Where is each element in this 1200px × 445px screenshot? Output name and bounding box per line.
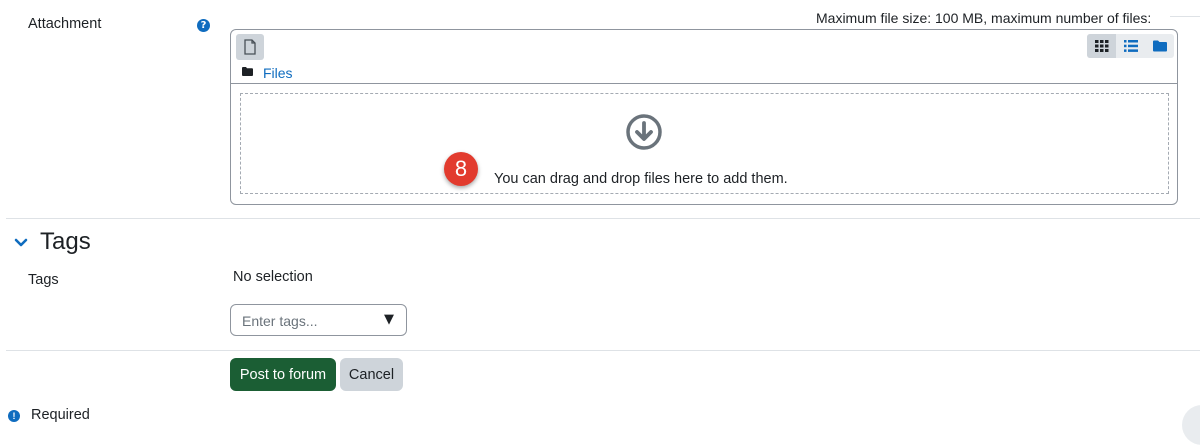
drop-zone[interactable]: You can drag and drop files here to add … (240, 93, 1169, 194)
folder-view-button[interactable] (1145, 34, 1174, 58)
divider-attachment (6, 218, 1200, 219)
divider-top (1170, 16, 1200, 17)
file-icon (244, 39, 256, 55)
tags-section-title[interactable]: Tags (40, 228, 91, 256)
exclamation-circle-icon: ! (8, 410, 20, 422)
list-view-button[interactable] (1116, 34, 1145, 58)
tags-input-placeholder: Enter tags... (242, 313, 318, 329)
tags-input[interactable]: Enter tags... ▼ (230, 304, 407, 336)
scroll-to-top-button[interactable] (1182, 405, 1200, 445)
step-badge: 8 (444, 152, 478, 186)
drop-zone-text: You can drag and drop files here to add … (494, 171, 788, 187)
question-circle-icon[interactable]: ? (197, 19, 210, 32)
file-manager: Files You can drag and drop files here t… (230, 29, 1178, 205)
grid-view-icon (1094, 40, 1108, 52)
tags-field-label: Tags (28, 272, 59, 288)
tags-selection-text: No selection (233, 269, 313, 285)
dropdown-arrow-icon[interactable]: ▼ (384, 312, 394, 327)
chevron-down-icon[interactable] (14, 238, 28, 248)
view-mode-group (1087, 34, 1174, 58)
arrow-circle-down-icon (626, 114, 662, 150)
divider-tags (6, 350, 1200, 351)
folder-view-icon (1152, 40, 1167, 52)
file-manager-divider (231, 83, 1177, 84)
attachment-label: Attachment (28, 16, 102, 32)
cancel-button[interactable]: Cancel (340, 358, 403, 391)
grid-view-button[interactable] (1087, 34, 1116, 58)
required-label: Required (31, 407, 90, 423)
post-to-forum-button[interactable]: Post to forum (230, 358, 336, 391)
folder-icon (242, 67, 253, 76)
add-file-button[interactable] (236, 34, 264, 60)
max-file-info: Maximum file size: 100 MB, maximum numbe… (816, 10, 1152, 26)
list-view-icon (1123, 40, 1138, 52)
breadcrumb-files-link[interactable]: Files (263, 65, 293, 81)
